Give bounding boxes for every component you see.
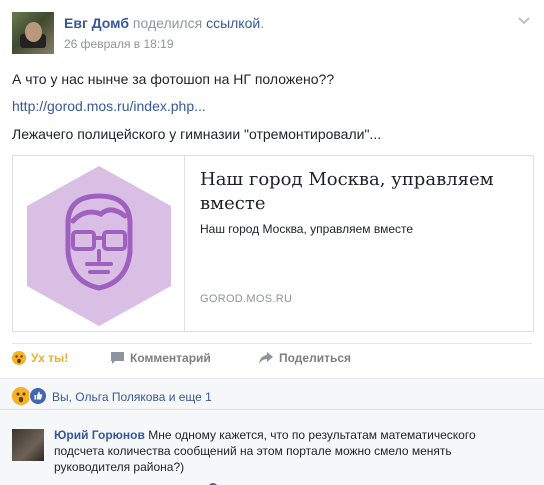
reactions-text[interactable]: Вы, Ольга Полякова и еще 1 (52, 390, 212, 404)
post-action-bar: Ух ты! Комментарий Поделиться (12, 343, 532, 373)
commenter-avatar[interactable] (12, 429, 44, 461)
action-period: . (260, 15, 265, 31)
city-logo-icon (27, 166, 171, 326)
commenter-name[interactable]: Юрий Горюнов (54, 428, 145, 442)
action-text: поделился (132, 15, 203, 31)
author-line: Евг Домб поделился ссылкой. (64, 15, 264, 31)
post-date[interactable]: 26 февраля в 18:19 (64, 37, 174, 51)
card-title[interactable]: Наш город Москва, управляем вместе (200, 168, 520, 216)
link-preview-card[interactable]: Наш город Москва, управляем вместе Наш г… (12, 155, 534, 332)
wow-icon (12, 351, 26, 365)
share-label: Поделиться (279, 351, 352, 365)
wow-reaction-icon (12, 387, 30, 405)
like-reaction-icon (29, 387, 47, 405)
comment-button[interactable]: Комментарий (110, 351, 211, 365)
action-link[interactable]: ссылкой (206, 15, 260, 31)
card-domain: GOROD.MOS.RU (200, 293, 293, 305)
link-preview-image[interactable] (13, 156, 185, 331)
feedback-section: Вы, Ольга Полякова и еще 1 Юрий Горюнов … (0, 378, 544, 485)
post-text-line: А что у нас нынче за фотошоп на НГ полож… (12, 71, 335, 87)
wow-reaction-button[interactable]: Ух ты! (12, 351, 68, 365)
share-icon (259, 352, 273, 364)
comment-icon (111, 352, 124, 364)
post-text-line: Лежачего полицейского у гимназии "отремо… (12, 126, 382, 142)
author-avatar[interactable] (12, 12, 54, 54)
chevron-down-icon[interactable] (516, 12, 532, 28)
divider (0, 409, 544, 410)
author-name[interactable]: Евг Домб (64, 15, 129, 31)
card-description: Наш город Москва, управляем вместе (200, 222, 414, 236)
comment-label: Комментарий (130, 351, 211, 365)
comment-body: Юрий Горюнов Мне одному кажется, что по … (54, 427, 524, 475)
post-link[interactable]: http://gorod.mos.ru/index.php... (12, 97, 532, 116)
post-header: Евг Домб поделился ссылкой. 26 февраля в… (12, 12, 532, 56)
wow-label: Ух ты! (31, 351, 69, 365)
share-button[interactable]: Поделиться (258, 351, 351, 365)
